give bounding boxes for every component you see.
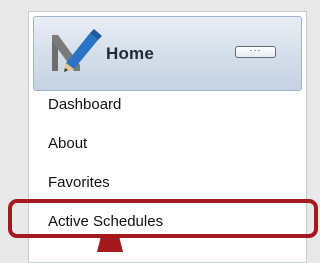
pencil-logo-icon bbox=[52, 29, 102, 72]
nav-item-about[interactable]: About bbox=[48, 135, 87, 152]
nav-item-dashboard[interactable]: Dashboard bbox=[48, 96, 121, 113]
pointer-arrow-icon bbox=[97, 236, 123, 252]
collapse-dots-icon: ··· bbox=[249, 44, 262, 55]
home-title[interactable]: Home bbox=[106, 44, 154, 64]
sidebar-header[interactable]: Home ··· bbox=[33, 16, 302, 91]
collapse-toggle-button[interactable]: ··· bbox=[235, 44, 276, 58]
nav-item-favorites[interactable]: Favorites bbox=[48, 174, 110, 191]
highlight-box bbox=[8, 199, 318, 238]
